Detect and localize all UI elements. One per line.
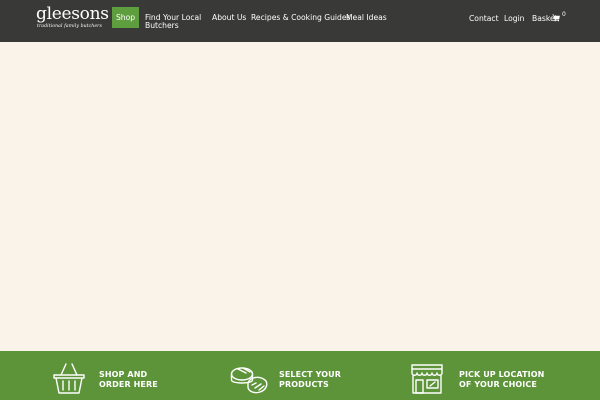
- gleesons-logo[interactable]: gleesons traditional family butchers: [36, 4, 109, 32]
- step-3-line2: OF YOUR CHOICE: [459, 380, 537, 389]
- step-select-products: SELECT YOUR PRODUCTS: [230, 363, 350, 400]
- shopping-cart-icon[interactable]: [552, 14, 560, 22]
- nav-find-local-butchers[interactable]: Find Your Local Butchers: [145, 14, 201, 30]
- nav-shop[interactable]: Shop: [112, 7, 139, 28]
- nav-about-us[interactable]: About Us: [212, 14, 246, 22]
- step-3-line1: PICK UP LOCATION: [459, 370, 545, 379]
- step-1-line1: SHOP AND: [99, 370, 148, 379]
- step-2-line2: PRODUCTS: [279, 380, 329, 389]
- nav-meal-ideas[interactable]: Meal Ideas: [346, 14, 387, 22]
- step-shop-and-order: SHOP AND ORDER HERE: [52, 363, 172, 400]
- step-pick-up-location: PICK UP LOCATION OF YOUR CHOICE: [410, 363, 560, 400]
- nav-find-line2: Butchers: [145, 21, 179, 30]
- basket-count-badge: 0: [562, 11, 566, 18]
- step-2-line1: SELECT YOUR: [279, 370, 341, 379]
- logo-wordmark: gleesons: [36, 4, 109, 24]
- basket-icon: [53, 363, 85, 394]
- nav-recipes-cooking-guides[interactable]: Recipes & Cooking Guides: [251, 14, 351, 22]
- meat-products-icon: [230, 367, 268, 394]
- how-it-works-banner: SHOP AND ORDER HERE SELECT YOUR PRODUCTS: [0, 351, 600, 400]
- nav-contact[interactable]: Contact: [469, 15, 499, 23]
- nav-login[interactable]: Login: [504, 15, 525, 23]
- step-1-line2: ORDER HERE: [99, 380, 158, 389]
- logo-tagline: traditional family butchers: [37, 24, 102, 29]
- shop-front-icon: [411, 364, 443, 394]
- site-header: gleesons traditional family butchers Sho…: [0, 0, 600, 42]
